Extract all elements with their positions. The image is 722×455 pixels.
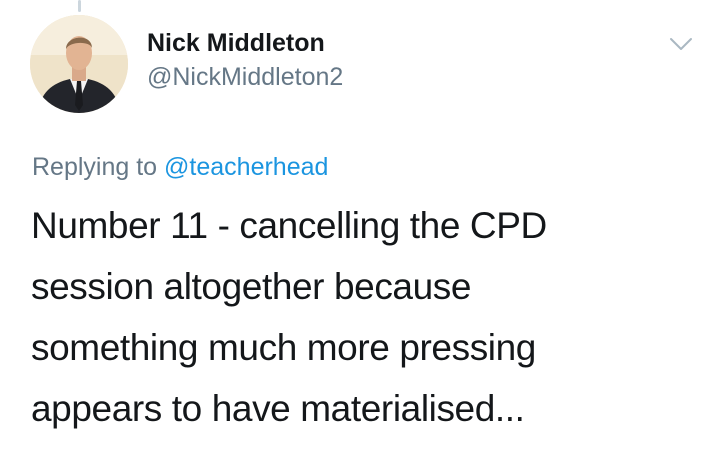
tweet-text: Number 11 - cancelling the CPD session a… bbox=[31, 195, 691, 439]
tweet-text-line: session altogether because bbox=[31, 266, 472, 307]
replying-to-line: Replying to @teacherhead bbox=[32, 150, 328, 184]
author-handle[interactable]: @NickMiddleton2 bbox=[147, 60, 343, 94]
tweet-text-line: appears to have materialised... bbox=[31, 388, 525, 429]
reply-mention-link[interactable]: @teacherhead bbox=[164, 153, 328, 181]
tweet-menu-button[interactable] bbox=[667, 34, 695, 54]
tweet-text-line: Number 11 - cancelling the CPD bbox=[31, 205, 547, 246]
avatar-photo bbox=[30, 15, 128, 113]
tweet-text-line: something much more pressing bbox=[31, 327, 536, 368]
chevron-down-icon bbox=[670, 38, 692, 50]
thread-connector-line bbox=[78, 0, 81, 12]
avatar[interactable] bbox=[30, 15, 128, 113]
author-block: Nick Middleton @NickMiddleton2 bbox=[147, 26, 343, 94]
author-display-name[interactable]: Nick Middleton bbox=[147, 26, 343, 60]
replying-to-label: Replying to bbox=[32, 153, 158, 181]
